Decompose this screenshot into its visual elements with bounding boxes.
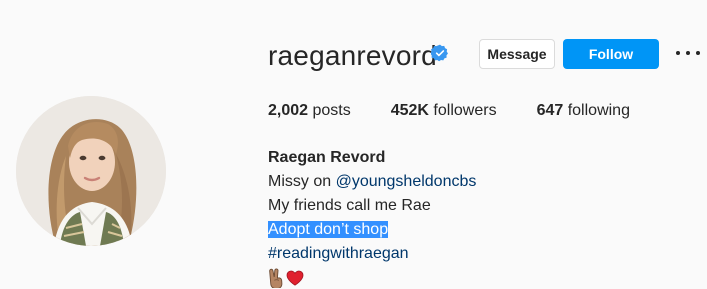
bio-emojis — [268, 266, 476, 289]
bio-line-role-prefix: Missy on — [268, 173, 336, 190]
posts-label: posts — [308, 102, 351, 119]
profile-page: raegan­revord Message Follow 2,002 posts… — [0, 0, 707, 289]
more-dot — [696, 51, 700, 55]
selected-text: Adopt don’t shop — [268, 221, 389, 238]
bio-line-adopt: Adopt don’t shop — [268, 218, 476, 242]
posts-stat: 2,002 posts — [268, 101, 351, 121]
following-count: 647 — [536, 102, 564, 119]
profile-stats: 2,002 posts 452K followers 647 following — [268, 101, 670, 121]
avatar[interactable] — [16, 96, 166, 246]
avatar-photo — [16, 96, 166, 246]
posts-count: 2,002 — [268, 102, 309, 119]
message-button[interactable]: Message — [479, 39, 555, 69]
victory-hand-icon — [269, 268, 283, 288]
full-name: Raegan Revord — [268, 149, 386, 166]
more-dot — [676, 51, 680, 55]
more-dot — [686, 51, 690, 55]
mention-link[interactable]: @youngsheldoncbs — [336, 173, 477, 190]
bio-line-role: Missy on @youngsheldoncbs — [268, 170, 476, 194]
bio-line-nickname: My friends call me Rae — [268, 197, 431, 214]
red-heart-icon — [286, 270, 304, 286]
followers-count: 452K — [390, 102, 429, 119]
following-label: following — [563, 102, 630, 119]
followers-stat[interactable]: 452K followers — [391, 101, 497, 121]
verified-badge-icon — [431, 44, 448, 62]
more-options-icon[interactable] — [676, 45, 700, 61]
profile-bio: Raegan Revord Missy on @youngsheldoncbs … — [268, 146, 476, 289]
following-stat[interactable]: 647 following — [537, 101, 630, 121]
hashtag-link[interactable]: #readingwithraegan — [268, 242, 476, 266]
follow-button[interactable]: Follow — [563, 39, 659, 69]
followers-label: followers — [428, 102, 497, 119]
profile-username: raegan­revord — [268, 40, 437, 71]
